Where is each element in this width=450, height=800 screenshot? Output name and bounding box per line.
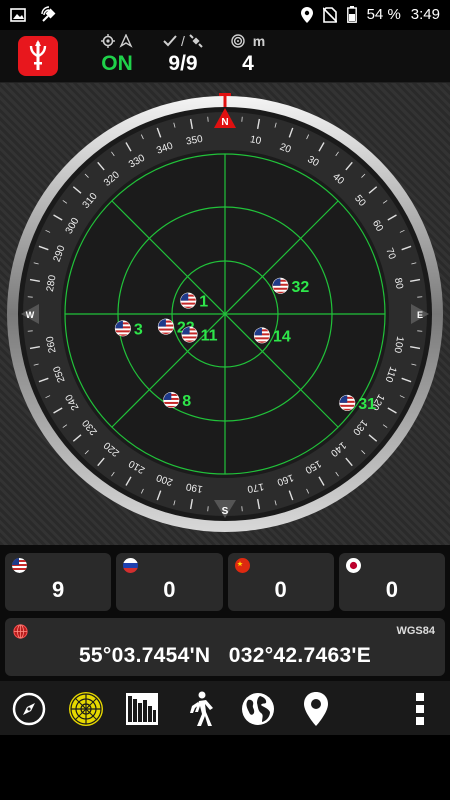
elevation-grid <box>64 153 386 475</box>
signal-bars-tab[interactable] <box>120 687 164 731</box>
accuracy-value: 4 <box>242 52 254 75</box>
satellite-icon <box>189 34 203 48</box>
gps-count: 9 <box>52 577 65 602</box>
globe-icon <box>13 624 28 639</box>
satellite-notification-icon <box>41 6 56 22</box>
navigation-arrow-icon <box>119 34 133 48</box>
overflow-menu-button[interactable] <box>398 687 442 731</box>
constellation-qzss-card[interactable]: 0 <box>338 553 445 611</box>
glonass-count: 0 <box>163 577 176 602</box>
satellite-id-label: 3 <box>134 321 143 338</box>
world-map-tab[interactable] <box>236 687 280 731</box>
overflow-menu-icon <box>416 693 424 725</box>
usa-flag-icon <box>12 558 27 573</box>
satellite-marker[interactable]: 32 <box>272 277 309 296</box>
qzss-count: 0 <box>385 577 398 602</box>
china-flag-icon <box>234 558 250 573</box>
satellite-marker[interactable]: 31 <box>339 394 376 413</box>
satellite-id-label: 8 <box>182 393 191 410</box>
satellite-id-label: 14 <box>273 328 291 345</box>
location-tab[interactable] <box>294 687 338 731</box>
usa-flag-icon <box>180 292 197 309</box>
constellation-counters: 9 0 0 0 <box>5 553 445 611</box>
sky-view-panel: 10 20 30 40 50 60 70 80 100 110 120 130 140 150 160 170… <box>0 83 450 545</box>
west-label: W <box>26 310 35 320</box>
usa-flag-icon <box>339 394 356 411</box>
usa-flag-icon <box>272 277 289 294</box>
satellite-marker[interactable]: 14 <box>253 327 291 345</box>
constellation-glonass-card[interactable]: 0 <box>116 553 223 611</box>
accuracy-status: m 4 <box>208 32 288 76</box>
datum-label: WGS84 <box>396 625 435 637</box>
constellation-beidou-card[interactable]: 0 <box>227 553 334 611</box>
east-label: E <box>417 310 423 320</box>
app-header: ON / 9/9 m 4 <box>0 30 450 83</box>
accuracy-unit: m <box>252 33 266 49</box>
bottom-toolbar <box>0 681 450 735</box>
satellite-id-label: 32 <box>291 279 309 296</box>
coordinates-value: 55°03.7454'N 032°42.7463'E <box>78 644 372 667</box>
position-card[interactable]: WGS84 55°03.7454'N 032°42.7463'E <box>5 618 445 676</box>
beidou-count: 0 <box>274 577 287 602</box>
trident-logo-icon <box>29 40 47 70</box>
tracking-tab[interactable] <box>178 687 222 731</box>
signal-bars-icon <box>126 693 158 725</box>
satellite-id-label: 11 <box>201 327 218 344</box>
image-notification-icon <box>10 8 26 22</box>
radar-icon <box>69 692 103 726</box>
satellite-id-label: 1 <box>199 294 208 311</box>
compass-tab[interactable] <box>7 687 51 731</box>
russia-flag-icon <box>123 558 139 573</box>
usa-flag-icon <box>253 327 270 344</box>
app-logo[interactable] <box>18 36 58 76</box>
usa-flag-icon <box>114 320 131 337</box>
navigation-bar-area <box>0 735 450 800</box>
compass-icon <box>12 692 46 726</box>
clock: 3:49 <box>410 6 440 23</box>
battery-icon <box>346 6 357 23</box>
status-bar: 54 % 3:49 <box>0 0 450 30</box>
radar-tab[interactable] <box>64 687 108 731</box>
north-label: N <box>221 117 228 128</box>
map-pin-icon <box>304 692 328 726</box>
usa-flag-icon <box>181 326 198 343</box>
location-icon <box>300 6 313 23</box>
sky-view-radar[interactable]: 1020304050607080100110120130140150160170… <box>0 83 450 545</box>
checkmark-icon <box>163 35 177 47</box>
usa-flag-icon <box>163 391 180 408</box>
accuracy-target-icon <box>231 34 245 48</box>
gps-fix-icon <box>101 34 115 48</box>
no-sim-icon <box>322 6 337 23</box>
usa-flag-icon <box>157 318 174 335</box>
walking-icon <box>190 691 213 726</box>
battery-percentage: 54 % <box>366 6 401 23</box>
constellation-gps-card[interactable]: 9 <box>5 553 112 611</box>
globe-icon <box>242 693 274 725</box>
japan-flag-icon <box>345 558 361 573</box>
south-label: S <box>222 506 229 517</box>
satellite-id-label: 31 <box>358 396 376 413</box>
